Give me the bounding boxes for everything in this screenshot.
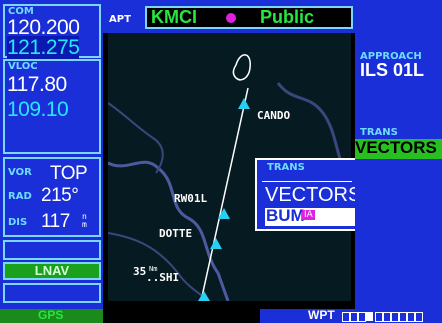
blank-box bbox=[3, 240, 101, 260]
vor-identifier: TOP bbox=[50, 163, 88, 184]
cdi-mode-box[interactable]: LNAV bbox=[3, 262, 101, 280]
vloc-active-frequency: 117.80 bbox=[7, 73, 67, 96]
gps-mode-tab[interactable]: GPS bbox=[0, 308, 103, 323]
page-square bbox=[391, 312, 399, 322]
page-square bbox=[407, 312, 415, 322]
left-radio-column: COM 120.200 121.275 VLOC 117.80 109.10 V… bbox=[0, 0, 103, 323]
popup-option-bum-label: BUM bbox=[266, 206, 305, 225]
popup-option-bum[interactable]: BUM IA bbox=[265, 206, 355, 226]
vloc-standby-frequency[interactable]: 109.10 bbox=[7, 98, 69, 122]
page-square bbox=[350, 312, 358, 322]
com-radio-box[interactable]: COM 120.200 121.275 bbox=[3, 4, 101, 60]
popup-option-suffix: IA bbox=[302, 210, 315, 220]
waypoint-label-dotte: DOTTE bbox=[159, 227, 193, 240]
bottom-status-bar: GPS WPT bbox=[0, 308, 442, 323]
distance-value: 117 bbox=[41, 211, 70, 232]
waypoint-label-rw01l: RW01L bbox=[174, 192, 208, 205]
waypoint-marker-icon[interactable] bbox=[198, 291, 210, 301]
approach-course-line bbox=[200, 87, 249, 301]
trans-popup[interactable]: TRANS VECTORS BUM IA bbox=[255, 158, 361, 231]
waypoint-marker-icon[interactable] bbox=[238, 98, 250, 109]
top-apt-bar: APT KMCI Public bbox=[103, 0, 355, 33]
trans-value: VECTORS bbox=[355, 138, 437, 157]
page-indicator-squares bbox=[342, 312, 440, 322]
right-procedure-column: APPROACH ILS 01L TRANS VECTORS bbox=[355, 0, 442, 323]
apt-identifier: KMCI bbox=[151, 7, 197, 27]
popup-divider bbox=[262, 181, 352, 182]
page-square bbox=[342, 312, 350, 322]
vloc-label: VLOC bbox=[8, 61, 38, 72]
approach-value[interactable]: ILS 01L bbox=[360, 60, 424, 81]
airport-symbol-icon bbox=[226, 13, 236, 23]
apt-label: APT bbox=[109, 14, 131, 25]
page-square bbox=[375, 312, 383, 322]
vloc-radio-box[interactable]: VLOC 117.80 109.10 bbox=[3, 59, 101, 154]
page-square bbox=[399, 312, 407, 322]
river-line-4 bbox=[108, 232, 209, 301]
page-square bbox=[415, 312, 423, 322]
radial-value: 215° bbox=[41, 185, 79, 206]
waypoint-label-cando: CANDO bbox=[257, 109, 291, 122]
vor-info-box: VOR TOP RAD 215° DIS 117 n m bbox=[3, 157, 101, 237]
page-square bbox=[383, 312, 391, 322]
trans-field[interactable]: VECTORS bbox=[355, 138, 442, 159]
waypoint-marker-icon[interactable] bbox=[210, 238, 222, 249]
cdi-mode-label: LNAV bbox=[5, 264, 99, 278]
distance-unit: n m bbox=[82, 212, 87, 229]
apt-type: Public bbox=[260, 7, 315, 27]
vor-label: VOR bbox=[8, 167, 32, 178]
page-group-label: WPT bbox=[308, 308, 335, 322]
gps-label: GPS bbox=[38, 308, 64, 322]
blank-box-2 bbox=[3, 283, 101, 303]
page-square-active bbox=[366, 312, 373, 321]
page-square bbox=[358, 312, 366, 322]
popup-title: TRANS bbox=[267, 162, 305, 173]
distance-label: DIS bbox=[8, 217, 28, 228]
page-group-indicator: WPT bbox=[260, 308, 442, 323]
radial-label: RAD bbox=[8, 191, 32, 202]
trans-label: TRANS bbox=[360, 127, 398, 138]
altitude-value: 35 bbox=[133, 265, 147, 278]
com-standby-frequency[interactable]: 121.275 bbox=[7, 36, 80, 60]
popup-option-vectors[interactable]: VECTORS bbox=[265, 184, 361, 207]
procedure-turn-path bbox=[232, 54, 251, 81]
apt-field[interactable]: KMCI Public bbox=[145, 6, 353, 29]
waypoint-label-shi: ..SHI bbox=[146, 271, 180, 284]
